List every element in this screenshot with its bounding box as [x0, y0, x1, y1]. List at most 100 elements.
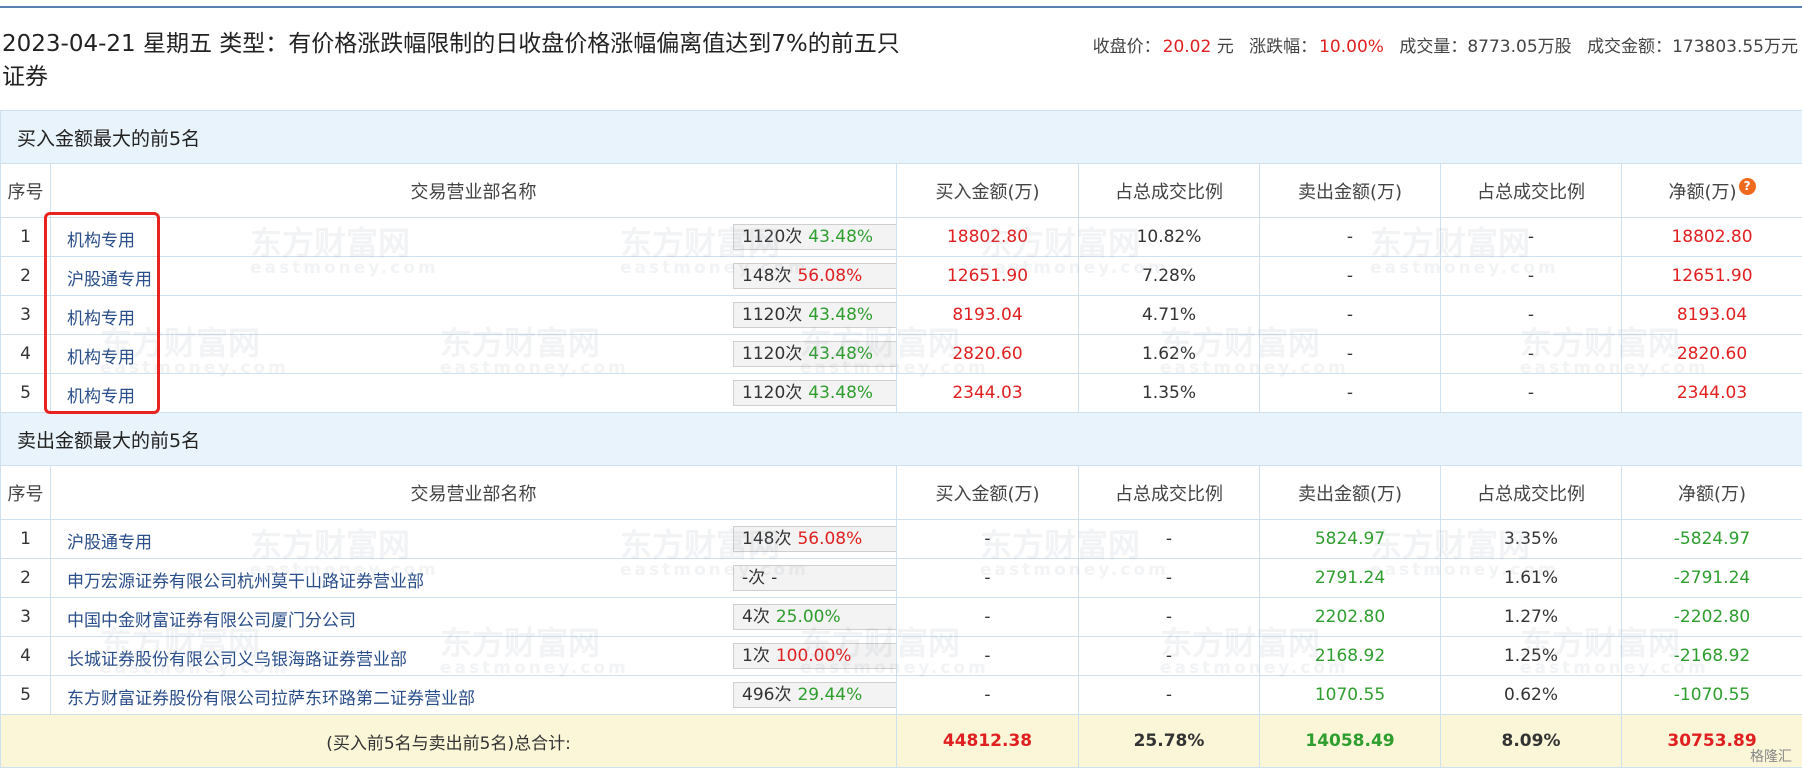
buy-amount: 2820.60 [896, 334, 1079, 374]
sell-ratio: - [1440, 373, 1622, 413]
sell-amount: 5824.97 [1259, 519, 1441, 559]
branch-cell: 沪股通专用 148次56.08%? [50, 519, 897, 559]
col-header-buy: 买入金额(万) [896, 465, 1079, 520]
branch-name-link[interactable]: 沪股通专用 [67, 528, 152, 553]
buy-header-row: 序号 交易营业部名称 买入金额(万) 占总成交比例 卖出金额(万) 占总成交比例… [0, 163, 1802, 218]
trade-count: 4次 [742, 607, 770, 627]
branch-stats-tag[interactable]: 496次 29.44% [733, 682, 896, 708]
branch-stats-tag[interactable]: 1120次 43.48% [733, 380, 896, 406]
col-header-sell: 卖出金额(万) [1259, 163, 1441, 218]
change-label: 涨跌幅： [1249, 37, 1318, 57]
top-divider [0, 6, 1802, 8]
net-amount: -2168.92 [1620, 636, 1802, 676]
buy-section-title: 买入金额最大的前5名 [0, 110, 1802, 164]
win-rate: 43.48% [808, 305, 874, 325]
sell-ratio: 1.25% [1440, 636, 1622, 676]
branch-name-link[interactable]: 申万宏源证券有限公司杭州莫干山路证券营业部 [67, 567, 424, 592]
branch-cell: 机构专用1120次43.48%? [50, 217, 897, 257]
trade-count: 1次 [742, 646, 770, 666]
table-row: 3 中国中金财富证券有限公司厦门分公司 4次 25.00% - -2202.80 1.27%… [0, 597, 1802, 637]
win-rate: 43.48% [808, 383, 874, 403]
buy-ratio: 10.82% [1078, 217, 1260, 257]
branch-cell: 机构专用 1120次 43.48% [50, 373, 897, 413]
highlight-box [44, 212, 160, 414]
table-row: 2 申万宏源证券有限公司杭州莫干山路证券营业部 -次 - - -2791.24 1.61% -… [0, 558, 1802, 598]
branch-name-link[interactable]: 东方财富证券股份有限公司拉萨东环路第二证券营业部 [67, 684, 475, 709]
branch-name-link[interactable]: 中国中金财富证券有限公司厦门分公司 [67, 606, 356, 631]
table-row: 2 沪股通专用 148次 56.08% 12651.90 7.28% - -12651.90 [0, 256, 1802, 296]
sell-amount: - [1259, 295, 1441, 335]
net-header-label: 净额(万) [1668, 181, 1737, 203]
question-icon[interactable]: ? [1738, 177, 1756, 195]
net-amount: -5824.97 [1620, 519, 1802, 559]
branch-name-link[interactable]: 长城证券股份有限公司义乌银海路证券营业部 [67, 645, 407, 670]
branch-stats-tag[interactable]: 1120次 43.48% [733, 341, 896, 367]
stock-stats: 收盘价： 20.02 元 涨跌幅： 10.00% 成交量：8773.05万股 成交金… [1093, 32, 1798, 57]
table-row: 4 机构专用 1120次 43.48% 2820.60 1.62% - -2820.60 [0, 334, 1802, 374]
change-value: 10.00% [1319, 37, 1384, 57]
win-rate: 25.00% [775, 607, 841, 627]
row-index: 4 [0, 334, 51, 374]
buy-amount: - [896, 519, 1079, 559]
branch-cell: 沪股通专用 148次 56.08% [50, 256, 897, 296]
row-index: 3 [0, 597, 51, 637]
branch-stats-tag[interactable]: 4次 25.00% [733, 604, 896, 630]
branch-cell: 机构专用 1120次 43.48% [50, 334, 897, 374]
branch-stats-tag[interactable]: -次 - [733, 565, 896, 591]
row-index: 2 [0, 256, 51, 296]
sell-ratio: - [1440, 295, 1622, 335]
col-header-net: 净额(万)? [1620, 163, 1802, 218]
trade-count: 496次 [742, 685, 792, 705]
row-index: 1 [0, 217, 51, 257]
table-row: 5 机构专用 1120次 43.48% 2344.03 1.35% - -2344.03 [0, 373, 1802, 413]
col-header-net: 净额(万) [1620, 465, 1802, 520]
col-header-branch: 交易营业部名称 [50, 163, 897, 218]
net-amount: 2820.60 [1620, 334, 1802, 374]
win-rate: 56.08% [797, 266, 863, 286]
table-row: 3 机构专用 1120次 43.48% 8193.04 4.71% - -8193.04 [0, 295, 1802, 335]
total-buy-ratio: 25.78% [1078, 714, 1260, 768]
buy-ratio: 7.28% [1078, 256, 1260, 296]
win-rate: 43.48% [808, 344, 874, 364]
net-amount: 12651.90 [1620, 256, 1802, 296]
sell-amount: - [1259, 256, 1441, 296]
buy-amount: 18802.80 [896, 217, 1079, 257]
sell-ratio: 1.27% [1440, 597, 1622, 637]
buy-amount: - [896, 675, 1079, 715]
buy-amount: 2344.03 [896, 373, 1079, 413]
buy-amount: - [896, 597, 1079, 637]
buy-amount: 8193.04 [896, 295, 1079, 335]
col-header-sell: 卖出金额(万) [1259, 465, 1441, 520]
sell-ratio: 1.61% [1440, 558, 1622, 598]
row-index: 5 [0, 373, 51, 413]
win-rate: 100.00% [775, 646, 852, 666]
branch-stats-tag[interactable]: 148次 56.08% [733, 263, 896, 289]
net-amount: 18802.80 [1620, 217, 1802, 257]
trade-count: 1120次 [742, 344, 803, 364]
trade-count: 1120次 [742, 383, 803, 403]
total-label: (买入前5名与卖出前5名)总合计: [0, 714, 897, 768]
col-header-branch: 交易营业部名称 [50, 465, 897, 520]
trade-count: 148次 [742, 529, 792, 549]
sell-section: 卖出金额最大的前5名 序号 交易营业部名称 买入金额(万) 占总成交比例 卖出金… [0, 412, 1802, 715]
table-row: 5 东方财富证券股份有限公司拉萨东环路第二证券营业部 496次 29.44% - -107… [0, 675, 1802, 715]
win-rate: 56.08% [797, 529, 863, 549]
close-value: 20.02 元 [1163, 37, 1234, 57]
total-buy: 44812.38 [896, 714, 1079, 768]
buy-ratio: 4.71% [1078, 295, 1260, 335]
buy-ratio: - [1078, 519, 1260, 559]
row-index: 5 [0, 675, 51, 715]
branch-stats-tag[interactable]: 1120次43.48%? [733, 224, 896, 250]
buy-ratio: - [1078, 597, 1260, 637]
win-rate: 43.48% [808, 227, 874, 247]
net-amount: -2791.24 [1620, 558, 1802, 598]
col-header-buy-ratio: 占总成交比例 [1078, 163, 1260, 218]
volume-label: 成交量： [1399, 37, 1468, 57]
total-sell: 14058.49 [1259, 714, 1441, 768]
branch-stats-tag[interactable]: 148次56.08%? [733, 526, 896, 552]
volume-value: 8773.05万股 [1467, 37, 1572, 57]
branch-stats-tag[interactable]: 1120次 43.48% [733, 302, 896, 328]
branch-stats-tag[interactable]: 1次 100.00% [733, 643, 896, 669]
branch-cell: 申万宏源证券有限公司杭州莫干山路证券营业部 -次 - [50, 558, 897, 598]
close-price: 20.02 [1162, 37, 1212, 57]
